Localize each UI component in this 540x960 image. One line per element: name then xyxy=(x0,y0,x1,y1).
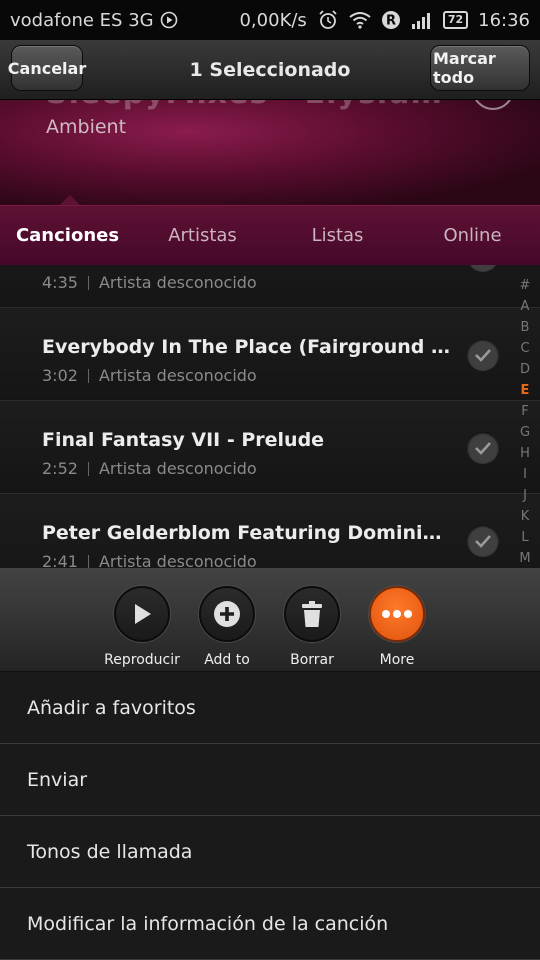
trash-icon xyxy=(284,586,340,642)
plus-icon xyxy=(199,586,255,642)
tab-songs[interactable]: Canciones xyxy=(0,206,135,265)
svg-text:R: R xyxy=(386,14,396,29)
checkmark-icon[interactable] xyxy=(467,525,499,557)
song-title: Peter Gelderblom Featuring Dominica - I… xyxy=(42,522,452,544)
alpha-index-letter[interactable]: H xyxy=(515,443,535,464)
carrier-name: vodafone ES 3G xyxy=(10,9,154,31)
add-to-action-label: Add to xyxy=(204,652,250,668)
alpha-index-letter[interactable]: M xyxy=(515,548,535,569)
selection-count-title: 1 Seleccionado xyxy=(189,58,351,81)
album-play-circle-icon[interactable] xyxy=(472,100,514,110)
wifi-icon xyxy=(349,11,371,29)
tab-artists[interactable]: Artistas xyxy=(135,206,270,265)
song-duration: 3:02 xyxy=(42,366,78,385)
song-duration: 2:52 xyxy=(42,459,78,478)
battery-icon: 72 xyxy=(442,11,469,29)
media-playing-icon xyxy=(160,11,178,29)
album-title: SleepyMixes - Elysium xyxy=(46,100,443,111)
list-item[interactable]: Final Fantasy VII - Prelude 2:52 Artista… xyxy=(0,401,540,494)
checkmark-icon[interactable] xyxy=(467,432,499,464)
clock: 16:36 xyxy=(478,9,530,31)
select-all-button[interactable]: Marcar todo xyxy=(430,45,530,91)
song-artist: Artista desconocido xyxy=(98,366,257,385)
list-item[interactable]: 4:35 Artista desconocido xyxy=(0,265,540,308)
selection-toolbar: Cancelar 1 Seleccionado Marcar todo xyxy=(0,40,540,100)
action-panel: Reproducir Add to Borrar More xyxy=(0,568,540,672)
more-action-label: More xyxy=(379,652,415,668)
more-dots-icon xyxy=(369,586,425,642)
menu-item-add-favorites[interactable]: Añadir a favoritos xyxy=(0,672,540,744)
cancel-button[interactable]: Cancelar xyxy=(8,45,86,91)
checkmark-icon[interactable] xyxy=(467,339,499,371)
song-title: Final Fantasy VII - Prelude xyxy=(42,429,325,451)
status-left: vodafone ES 3G xyxy=(10,10,178,31)
more-action-button[interactable]: More xyxy=(352,586,442,668)
menu-item-send[interactable]: Enviar xyxy=(0,744,540,816)
alpha-index-letter-active[interactable]: E xyxy=(515,380,535,401)
list-item[interactable]: Everybody In The Place (Fairground Remix… xyxy=(0,308,540,401)
tab-bar: Canciones Artistas Listas Online xyxy=(0,205,540,265)
alpha-index-letter[interactable]: J xyxy=(515,485,535,506)
play-action-label: Reproducir xyxy=(104,652,180,668)
song-artist: Artista desconocido xyxy=(98,273,257,292)
network-speed: 0,00K/s xyxy=(239,9,307,31)
menu-item-edit-song-info[interactable]: Modificar la información de la canción xyxy=(0,888,540,960)
alpha-index-letter[interactable]: L xyxy=(515,527,535,548)
alphabet-index[interactable]: # A B C D E F G H I J K L M xyxy=(515,275,535,569)
alpha-index-letter[interactable]: D xyxy=(515,359,535,380)
status-bar: vodafone ES 3G 0,00K/s R 72 16:36 xyxy=(0,0,540,40)
song-title: Everybody In The Place (Fairground Remix… xyxy=(42,336,452,358)
add-to-action-button[interactable]: Add to xyxy=(182,586,272,668)
delete-action-label: Borrar xyxy=(290,652,334,668)
alpha-index-letter[interactable]: B xyxy=(515,317,535,338)
alpha-index-letter[interactable]: A xyxy=(515,296,535,317)
song-meta: 3:02 Artista desconocido xyxy=(42,366,257,385)
tab-playlists[interactable]: Listas xyxy=(270,206,405,265)
alpha-index-letter[interactable]: G xyxy=(515,422,535,443)
play-action-button[interactable]: Reproducir xyxy=(97,586,187,668)
alpha-index-letter[interactable]: I xyxy=(515,464,535,485)
song-meta: 2:52 Artista desconocido xyxy=(42,459,257,478)
song-meta: 4:35 Artista desconocido xyxy=(42,273,257,292)
more-menu: Añadir a favoritos Enviar Tonos de llama… xyxy=(0,672,540,960)
menu-item-ringtones[interactable]: Tonos de llamada xyxy=(0,816,540,888)
tab-online[interactable]: Online xyxy=(405,206,540,265)
delete-action-button[interactable]: Borrar xyxy=(267,586,357,668)
tab-pointer-icon xyxy=(59,195,81,205)
alpha-index-letter[interactable]: K xyxy=(515,506,535,527)
alpha-index-letter[interactable]: F xyxy=(515,401,535,422)
album-genre: Ambient xyxy=(46,116,127,138)
alarm-icon xyxy=(317,10,339,30)
album-header: SleepyMixes - Elysium Ambient xyxy=(0,100,540,205)
checkmark-icon[interactable] xyxy=(467,265,499,272)
roaming-icon: R xyxy=(381,10,401,30)
signal-icon xyxy=(411,11,433,29)
song-artist: Artista desconocido xyxy=(98,459,257,478)
status-right: 0,00K/s R 72 16:36 xyxy=(239,10,530,31)
alpha-index-letter[interactable]: # xyxy=(515,275,535,296)
play-icon xyxy=(114,586,170,642)
song-duration: 4:35 xyxy=(42,273,78,292)
alpha-index-letter[interactable]: C xyxy=(515,338,535,359)
